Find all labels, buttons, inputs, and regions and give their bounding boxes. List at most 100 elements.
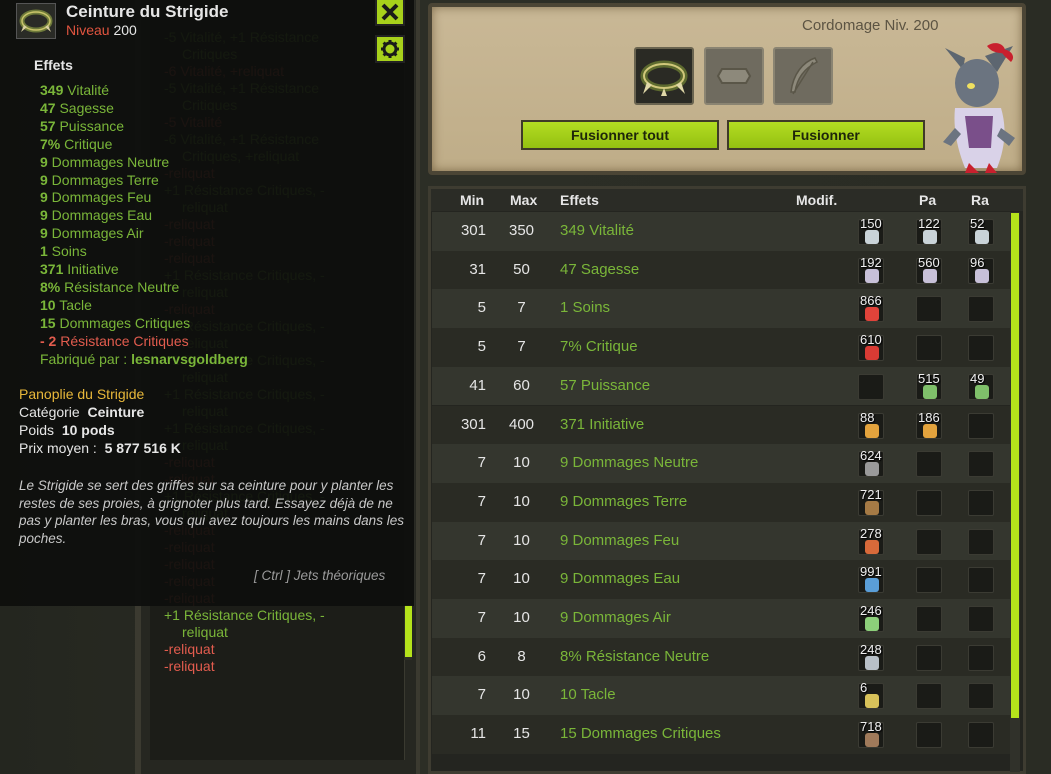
item-slot[interactable] (634, 47, 694, 105)
header-pa: Pa (919, 192, 937, 208)
rune-pa-slot[interactable]: 560 (916, 255, 942, 284)
rune-ra-slot[interactable] (968, 644, 994, 671)
rune-pa-slot[interactable] (916, 528, 942, 555)
header-modif: Modif. (796, 192, 838, 208)
rune-ra-slot[interactable]: 52 (968, 216, 994, 245)
rune-ba-slot[interactable]: 192 (858, 255, 884, 284)
rune-quantity: 515 (918, 370, 940, 386)
cell-effect: 9 Dommages Terre (560, 492, 688, 510)
ctrl-hint: [ Ctrl ] Jets théoriques (254, 568, 386, 583)
rune-slot[interactable] (704, 47, 764, 105)
effect-line: 8% Résistance Neutre (40, 279, 179, 295)
effect-value: 9 (40, 153, 48, 170)
rune-ba-slot[interactable]: 278 (858, 526, 884, 555)
effect-label: Dommages Eau (47, 207, 153, 224)
settings-button[interactable] (375, 35, 405, 63)
rune-pa-slot[interactable] (916, 567, 942, 594)
effect-label: Soins (47, 243, 87, 260)
signature-slot[interactable] (773, 47, 833, 105)
effect-value: 349 (40, 82, 64, 98)
cell-effect: 57 Puissance (560, 376, 651, 394)
rune-ba-slot[interactable]: 721 (858, 487, 884, 516)
effect-value: 57 (40, 117, 56, 134)
effect-line: 9 Dommages Terre (40, 172, 159, 188)
set-name[interactable]: Panoplie du Strigide (19, 386, 144, 402)
cell-min: 31 (469, 260, 486, 278)
rune-ba-slot[interactable]: 624 (858, 448, 884, 478)
character-portrait (935, 38, 1025, 173)
effect-line: 7% Critique (40, 136, 112, 152)
rune-quantity: 88 (860, 409, 875, 425)
rune-ra-slot[interactable] (968, 296, 994, 323)
gear-icon (381, 40, 399, 58)
rune-icon (865, 268, 879, 283)
close-button[interactable] (375, 0, 405, 26)
cell-max: 7 (517, 338, 526, 356)
effect-line: 371 Initiative (40, 261, 119, 277)
rune-ba-slot[interactable]: 150 (858, 216, 884, 245)
rune-pa-slot[interactable] (916, 606, 942, 632)
rune-pa-slot[interactable]: 122 (916, 216, 942, 245)
rune-pa-slot[interactable]: 186 (916, 410, 942, 439)
rune-ba-slot[interactable]: 991 (858, 564, 884, 594)
rune-ra-slot[interactable] (968, 683, 994, 710)
rune-pa-slot[interactable] (916, 683, 942, 710)
rune-ba-slot[interactable]: 610 (858, 332, 884, 362)
rune-pa-slot[interactable] (916, 451, 942, 478)
history-entry: -reliquat (164, 641, 215, 658)
belt-icon (16, 3, 56, 39)
crafted-label: Fabriqué par : (40, 351, 128, 367)
history-scroll-thumb[interactable] (405, 605, 412, 657)
rune-ba-slot[interactable]: 88 (858, 409, 884, 439)
rune-quantity: 624 (860, 448, 882, 464)
effect-label: Sagesse (55, 99, 114, 116)
rune-ra-slot[interactable] (968, 567, 994, 594)
rune-pa-slot[interactable] (916, 644, 942, 671)
effect-line: 9 Dommages Feu (40, 189, 151, 205)
category-label: Catégorie (19, 404, 80, 420)
rune-ba-slot[interactable]: 866 (858, 293, 884, 323)
fuse-all-button[interactable]: Fusionner tout (521, 120, 719, 150)
rune-ra-slot[interactable] (968, 722, 994, 749)
rune-ba-slot[interactable]: 248 (858, 642, 884, 671)
rune-ba-slot[interactable]: 718 (858, 719, 884, 749)
cell-max: 350 (508, 222, 535, 239)
table-scroll-thumb[interactable] (1011, 213, 1019, 718)
rune-pa-slot[interactable] (916, 489, 942, 516)
item-tooltip: Ceinture du Strigide Niveau 200 Effets 3… (0, 0, 415, 606)
rune-ra-slot[interactable] (968, 528, 994, 555)
rune-pa-slot[interactable] (916, 722, 942, 749)
rune-ra-slot[interactable] (968, 451, 994, 478)
rune-icon (865, 423, 879, 438)
effect-label: Initiative (63, 261, 119, 277)
effect-label: Tacle (55, 296, 92, 313)
rune-ba-slot[interactable] (858, 373, 884, 400)
effect-value: 1 (40, 243, 48, 260)
crafted-by: Fabriqué par : lesnarvsgoldberg (40, 351, 248, 367)
rune-pa-slot[interactable] (916, 335, 942, 362)
rune-ra-slot[interactable] (968, 335, 994, 362)
cell-min: 301 (460, 415, 486, 433)
rune-pa-slot[interactable]: 515 (916, 370, 942, 400)
rune-ra-slot[interactable] (968, 412, 994, 439)
fuse-button[interactable]: Fusionner (727, 120, 925, 150)
item-description: Le Strigide se sert des griffes sur sa c… (19, 478, 404, 546)
cell-effect: 9 Dommages Eau (560, 570, 681, 588)
rune-pa-slot[interactable] (916, 296, 942, 323)
rune-ra-slot[interactable] (968, 489, 994, 516)
rune-quantity: 610 (860, 332, 882, 348)
cell-effect: 15 Dommages Critiques (560, 725, 721, 743)
cell-min: 5 (477, 299, 486, 317)
rune-ra-slot[interactable]: 49 (968, 370, 994, 400)
effect-value: 47 (40, 99, 56, 116)
rune-ra-slot[interactable] (968, 606, 994, 632)
rune-ba-slot[interactable]: 246 (858, 603, 884, 632)
rune-ra-slot[interactable]: 96 (968, 255, 994, 284)
cell-max: 8 (517, 647, 526, 665)
rune-ba-slot[interactable]: 6 (858, 680, 884, 710)
rune-icon (865, 462, 879, 477)
effect-value: 9 (40, 171, 48, 188)
level-value: 200 (113, 22, 137, 38)
rune-icon (865, 733, 879, 748)
rune-quantity: 49 (970, 370, 985, 386)
